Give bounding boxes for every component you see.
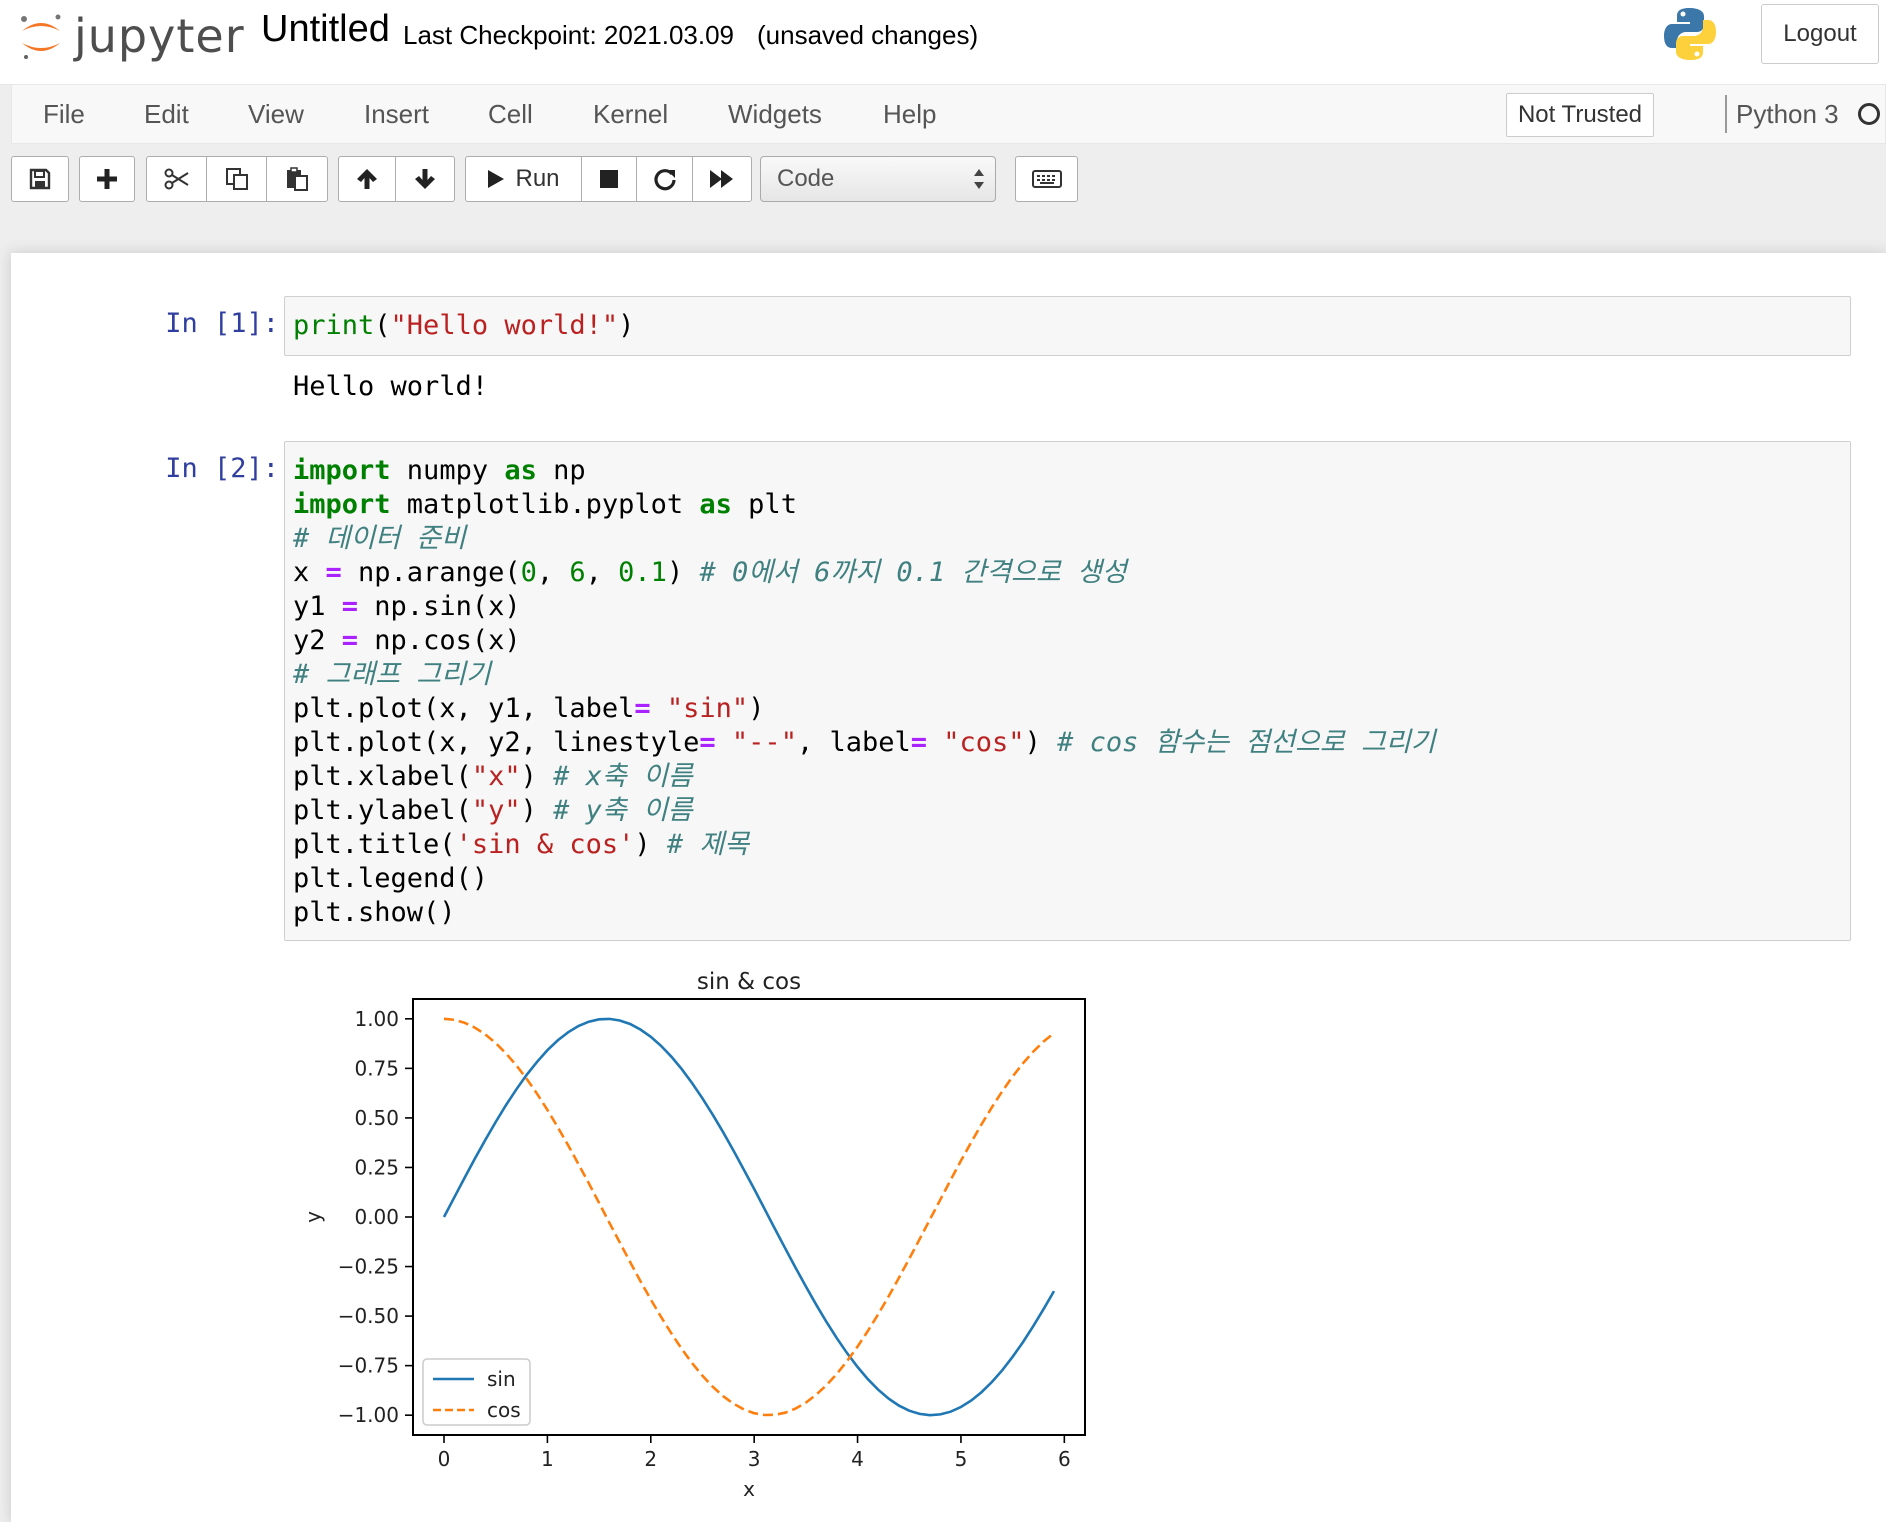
- logo-text: jupyter: [74, 9, 245, 63]
- command-palette-button[interactable]: [1015, 156, 1078, 202]
- x-tick-label: 1: [541, 1447, 554, 1471]
- autosave-status: (unsaved changes): [757, 20, 979, 50]
- x-axis-label: x: [743, 1477, 755, 1501]
- code-line: plt.title('sin & cos') # 제목: [293, 829, 750, 860]
- interrupt-button[interactable]: [581, 156, 637, 202]
- code-line: import numpy as np: [293, 455, 586, 486]
- checkpoint-status: Last Checkpoint: 2021.03.09: [403, 20, 735, 50]
- x-tick-label: 3: [748, 1447, 761, 1471]
- run-button[interactable]: Run: [465, 156, 582, 202]
- series-line-cos: [443, 1017, 1055, 1417]
- y-tick-label: 0.00: [354, 1205, 399, 1229]
- code-comment: # 그래프 그리기: [293, 659, 491, 690]
- code-line: plt.legend(): [293, 863, 489, 894]
- menu-widgets[interactable]: Widgets: [728, 85, 822, 143]
- menu-insert[interactable]: Insert: [364, 85, 429, 143]
- menu-edit[interactable]: Edit: [144, 85, 189, 143]
- code-line: plt.show(): [293, 897, 456, 928]
- input-prompt: In [1]:: [165, 308, 279, 339]
- code-line: plt.plot(x, y1, label= "sin"): [293, 693, 765, 724]
- scissors-icon: [164, 168, 190, 190]
- save-button[interactable]: [11, 156, 69, 202]
- logout-button[interactable]: Logout: [1761, 4, 1879, 64]
- code-line: y2 = np.cos(x): [293, 625, 521, 656]
- x-tick-label: 4: [851, 1447, 864, 1471]
- y-tick-label: −0.25: [338, 1255, 399, 1279]
- code-comment: # 데이터 준비: [293, 523, 466, 554]
- code-line: import matplotlib.pyplot as plt: [293, 489, 797, 520]
- keyboard-icon: [1031, 170, 1062, 188]
- toolbar: Run Code: [0, 144, 1886, 216]
- arrow-down-icon: [413, 167, 437, 191]
- paste-icon: [285, 167, 309, 191]
- menu-file[interactable]: File: [43, 85, 85, 143]
- header: jupyter Untitled Last Checkpoint: 2021.0…: [0, 0, 1886, 85]
- not-trusted-button[interactable]: Not Trusted: [1506, 93, 1654, 137]
- legend-label-sin: sin: [487, 1367, 516, 1391]
- chart-title: sin & cos: [697, 969, 801, 995]
- play-icon: [487, 169, 505, 189]
- y-tick-label: −0.75: [338, 1354, 399, 1378]
- move-up-button[interactable]: [338, 156, 396, 202]
- x-tick-label: 6: [1058, 1447, 1071, 1471]
- x-tick-label: 5: [955, 1447, 968, 1471]
- y-tick-label: 0.25: [354, 1155, 399, 1179]
- kernel-name[interactable]: Python 3: [1736, 85, 1839, 143]
- menu-cell[interactable]: Cell: [488, 85, 533, 143]
- move-down-button[interactable]: [395, 156, 455, 202]
- y-tick-label: 0.75: [354, 1056, 399, 1080]
- menu-kernel[interactable]: Kernel: [593, 85, 668, 143]
- legend-label-cos: cos: [487, 1398, 521, 1422]
- copy-button[interactable]: [206, 156, 267, 202]
- save-icon: [29, 168, 51, 190]
- copy-icon: [225, 167, 249, 191]
- stop-icon: [599, 169, 619, 189]
- cut-button[interactable]: [146, 156, 207, 202]
- plus-icon: [96, 168, 118, 190]
- y-tick-label: −1.00: [338, 1403, 399, 1427]
- y-tick-label: −0.50: [338, 1304, 399, 1328]
- x-tick-label: 2: [644, 1447, 657, 1471]
- restart-button[interactable]: [636, 156, 693, 202]
- y-tick-label: 0.50: [354, 1106, 399, 1130]
- cell-type-value: Code: [777, 165, 835, 192]
- insert-cell-button[interactable]: [79, 156, 135, 202]
- jupyter-icon: [18, 11, 64, 61]
- jupyter-logo[interactable]: jupyter: [18, 6, 245, 66]
- kernel-idle-indicator-icon: [1858, 103, 1880, 125]
- menu-view[interactable]: View: [248, 85, 304, 143]
- restart-icon: [653, 167, 677, 191]
- select-arrows-icon: [973, 157, 985, 201]
- arrow-up-icon: [355, 167, 379, 191]
- fast-forward-icon: [709, 169, 735, 189]
- y-axis-label: y: [301, 1211, 325, 1223]
- cell-type-select[interactable]: Code: [760, 156, 996, 202]
- kernel-separator: [1725, 95, 1727, 133]
- cell-output: Hello world!: [293, 371, 489, 402]
- y-tick-label: 1.00: [354, 1007, 399, 1031]
- paste-button[interactable]: [266, 156, 328, 202]
- python-logo-icon: [1660, 4, 1720, 69]
- code-line: print("Hello world!"): [293, 310, 635, 341]
- menu-help[interactable]: Help: [883, 85, 936, 143]
- code-line: x = np.arange(0, 6, 0.1) # 0에서 6까지 0.1 간…: [293, 557, 1127, 588]
- notebook-title[interactable]: Untitled: [261, 8, 390, 51]
- code-line: plt.ylabel("y") # y축 이름: [293, 795, 693, 826]
- x-tick-label: 0: [438, 1447, 451, 1471]
- series-line-sin: [442, 1017, 1056, 1417]
- input-prompt: In [2]:: [165, 453, 279, 484]
- code-line: plt.plot(x, y2, linestyle= "--", label= …: [293, 727, 1436, 758]
- run-label: Run: [515, 165, 560, 192]
- code-line: y1 = np.sin(x): [293, 591, 521, 622]
- restart-run-all-button[interactable]: [692, 156, 752, 202]
- code-line: plt.xlabel("x") # x축 이름: [293, 761, 693, 792]
- chart-output: sin & cos 0 1 2 3 4 5 6 1.00 0.75 0.50 0.25 0.00 −0.2…: [301, 969, 1086, 1501]
- menubar: File Edit View Insert Cell Kernel Widget…: [11, 84, 1886, 144]
